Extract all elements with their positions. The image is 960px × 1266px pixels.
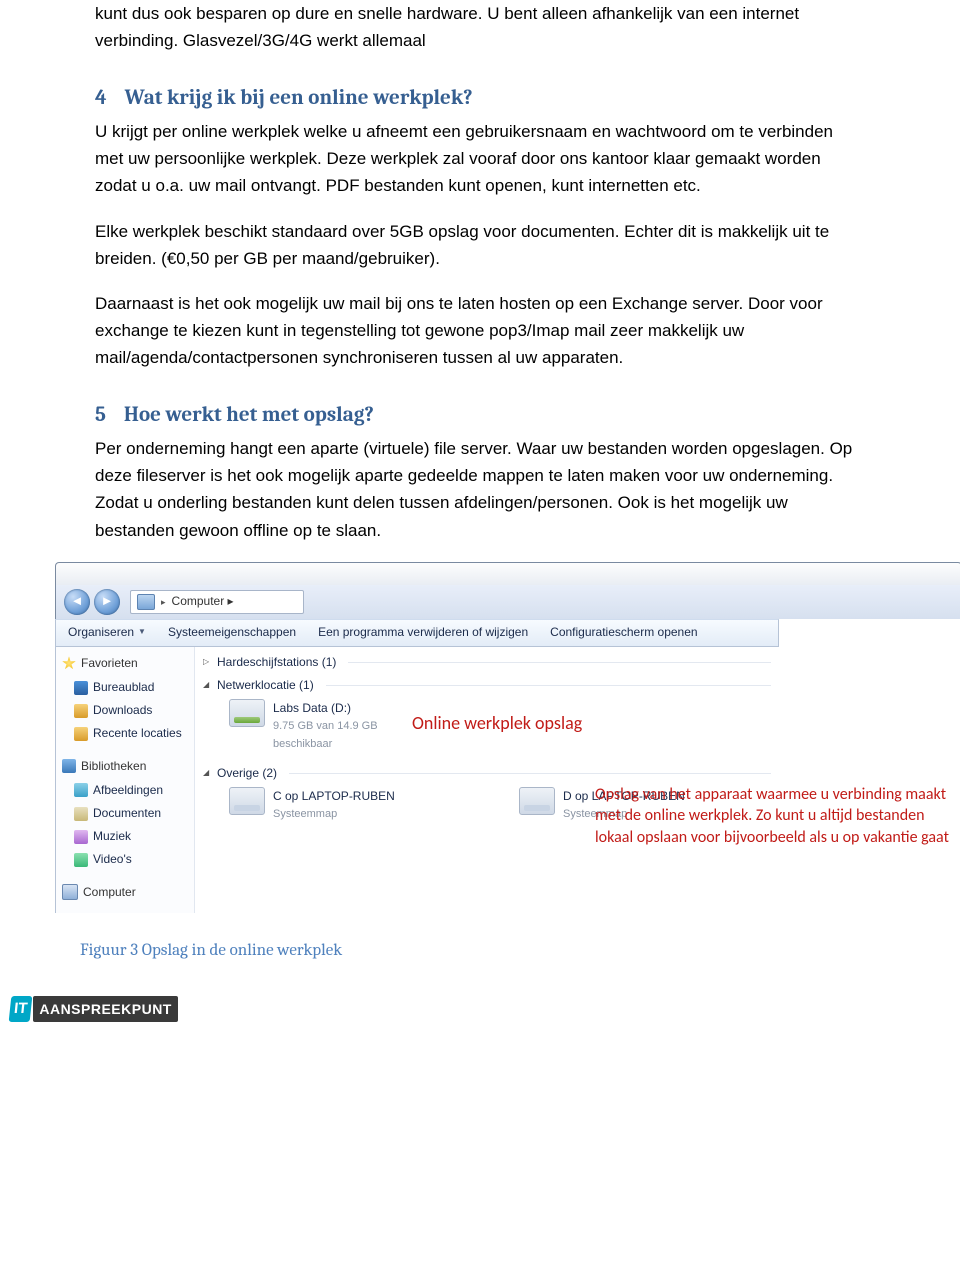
sidebar-favorieten-label: Favorieten (81, 654, 138, 673)
logo-aanspreekpunt: AANSPREEKPUNT (33, 996, 178, 1022)
toolbar-organiseren-label: Organiseren (68, 623, 134, 642)
section-4-paragraph-c: Daarnaast is het ook mogelijk uw mail bi… (95, 290, 865, 372)
section-4-heading: 4 Wat krijg ik bij een online werkplek? (95, 82, 865, 116)
sidebar-favorieten[interactable]: Favorieten (56, 651, 194, 676)
section-4-paragraph-a: U krijgt per online werkplek welke u afn… (95, 118, 865, 200)
footer: IT AANSPREEKPUNT (0, 994, 960, 1032)
explorer-content: ▷ Hardeschijfstations (1) ◢ Netwerklocat… (195, 647, 779, 913)
sidebar-downloads[interactable]: Downloads (56, 699, 194, 722)
explorer-screenshot: ◄ ► ▸ Computer ▸ Organiseren ▼ Systeemei… (55, 562, 960, 913)
star-icon (62, 656, 76, 670)
system-drive-icon (229, 787, 265, 815)
sidebar-videos[interactable]: Video's (56, 848, 194, 871)
callout-lokaal-opslag: Opslag van het apparaat waarmee u verbin… (595, 784, 955, 849)
recent-icon (74, 727, 88, 741)
documents-icon (74, 807, 88, 821)
drive-c-name: C op LAPTOP-RUBEN (273, 787, 395, 806)
group-net-label: Netwerklocatie (1) (217, 676, 314, 695)
sidebar-bibliotheken-label: Bibliotheken (81, 757, 146, 776)
sidebar-bibliotheken[interactable]: Bibliotheken (56, 754, 194, 779)
group-overige-label: Overige (2) (217, 764, 277, 783)
videos-icon (74, 853, 88, 867)
figure-caption: Figuur 3 Opslag in de online werkplek (80, 937, 960, 964)
pictures-icon (74, 783, 88, 797)
logo-it: IT (9, 996, 33, 1022)
breadcrumb: Computer ▸ (172, 592, 234, 611)
library-icon (62, 759, 76, 773)
computer-small-icon (62, 884, 78, 900)
drive-labs-data[interactable]: Labs Data (D:) 9.75 GB van 14.9 GB besch… (229, 699, 439, 753)
divider (326, 685, 771, 686)
system-drive-icon (519, 787, 555, 815)
divider (348, 662, 771, 663)
dropdown-arrow-icon: ▼ (138, 626, 146, 639)
sidebar-afbeeldingen[interactable]: Afbeeldingen (56, 779, 194, 802)
section-4-paragraph-b: Elke werkplek beschikt standaard over 5G… (95, 218, 865, 272)
window-titlebar (55, 562, 960, 585)
toolbar-configuratiescherm[interactable]: Configuratiescherm openen (550, 623, 697, 642)
section-5-title: Hoe werkt het met opslag? (124, 403, 374, 427)
explorer-sidebar: Favorieten Bureaublad Downloads Recente … (56, 647, 195, 913)
sidebar-recente-locaties[interactable]: Recente locaties (56, 722, 194, 745)
forward-button[interactable]: ► (94, 589, 120, 615)
sidebar-documenten[interactable]: Documenten (56, 802, 194, 825)
desktop-icon (74, 681, 88, 695)
section-4-title: Wat krijg ik bij een online werkplek? (125, 86, 473, 110)
group-netwerklocatie[interactable]: ◢ Netwerklocatie (1) (203, 674, 771, 697)
group-hdd-label: Hardeschijfstations (1) (217, 653, 336, 672)
intro-paragraph: kunt dus ook besparen op dure en snelle … (95, 0, 865, 54)
network-drive-icon (229, 699, 265, 727)
downloads-icon (74, 704, 88, 718)
address-bar[interactable]: ▸ Computer ▸ (130, 590, 304, 614)
toolbar-programma-verwijderen[interactable]: Een programma verwijderen of wijzigen (318, 623, 528, 642)
explorer-toolbar: Organiseren ▼ Systeemeigenschappen Een p… (55, 619, 779, 647)
section-5-number: 5 (95, 399, 106, 433)
drive-c-laptop[interactable]: C op LAPTOP-RUBEN Systeemmap (229, 787, 439, 824)
sidebar-computer-label: Computer (83, 883, 136, 902)
expand-arrow-icon: ◢ (203, 767, 211, 780)
sidebar-muziek-label: Muziek (93, 827, 131, 846)
sidebar-downloads-label: Downloads (93, 701, 152, 720)
section-4-number: 4 (95, 82, 107, 116)
chevron-right-icon: ▸ (161, 595, 166, 609)
sidebar-documenten-label: Documenten (93, 804, 161, 823)
computer-icon (137, 594, 155, 610)
explorer-body: Favorieten Bureaublad Downloads Recente … (55, 647, 779, 913)
sidebar-computer[interactable]: Computer (56, 880, 194, 905)
sidebar-muziek[interactable]: Muziek (56, 825, 194, 848)
sidebar-bureaublad[interactable]: Bureaublad (56, 676, 194, 699)
music-icon (74, 830, 88, 844)
divider (289, 773, 771, 774)
toolbar-systeemeigenschappen[interactable]: Systeemeigenschappen (168, 623, 296, 642)
callout-online-opslag: Online werkplek opslag (412, 709, 582, 738)
group-overige[interactable]: ◢ Overige (2) (203, 762, 771, 785)
window-nav-bar: ◄ ► ▸ Computer ▸ (55, 585, 960, 619)
expand-arrow-icon: ◢ (203, 679, 211, 692)
section-5-heading: 5 Hoe werkt het met opslag? (95, 399, 865, 433)
arrow-left-icon: ◄ (71, 591, 84, 612)
back-button[interactable]: ◄ (64, 589, 90, 615)
sidebar-afbeeldingen-label: Afbeeldingen (93, 781, 163, 800)
sidebar-recente-label: Recente locaties (93, 724, 182, 743)
logo: IT AANSPREEKPUNT (10, 996, 178, 1022)
sidebar-bureaublad-label: Bureaublad (93, 678, 154, 697)
arrow-right-icon: ► (101, 591, 114, 612)
section-5-paragraph: Per onderneming hangt een aparte (virtue… (95, 435, 865, 544)
toolbar-organiseren[interactable]: Organiseren ▼ (68, 623, 146, 642)
drive-c-sub: Systeemmap (273, 806, 395, 824)
group-hardeschijfstations[interactable]: ▷ Hardeschijfstations (1) (203, 651, 771, 674)
collapse-arrow-icon: ▷ (203, 656, 211, 669)
sidebar-videos-label: Video's (93, 850, 132, 869)
